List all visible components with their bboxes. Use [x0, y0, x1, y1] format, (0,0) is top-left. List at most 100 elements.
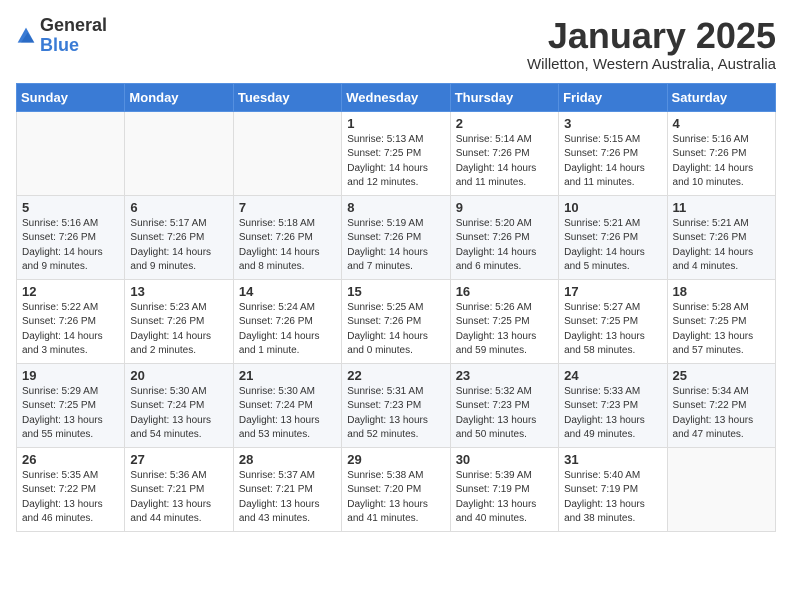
- day-cell: [233, 111, 341, 195]
- day-number: 31: [564, 452, 661, 467]
- day-cell: 19Sunrise: 5:29 AMSunset: 7:25 PMDayligh…: [17, 363, 125, 447]
- day-info: Sunrise: 5:19 AMSunset: 7:26 PMDaylight:…: [347, 217, 444, 275]
- logo-text: General Blue: [40, 16, 107, 56]
- day-number: 29: [347, 452, 444, 467]
- day-info: Sunrise: 5:31 AMSunset: 7:23 PMDaylight:…: [347, 385, 444, 443]
- day-cell: 20 Sunrise: 5:30 AMSunset: 7:24 PMDayligh…: [125, 363, 233, 447]
- day-number: 26: [22, 452, 119, 467]
- day-number: 17: [564, 284, 661, 299]
- day-cell: [667, 447, 775, 531]
- day-cell: 12 Sunrise: 5:22 AMSunset: 7:26 PMDayligh…: [17, 279, 125, 363]
- day-number: 25: [673, 368, 770, 383]
- day-number: 30: [456, 452, 553, 467]
- day-info: Sunrise: 5:36 AMSunset: 7:21 PMDaylight:…: [130, 469, 227, 527]
- day-number: 20: [130, 368, 227, 383]
- day-info: Sunrise: 5:25 AMSunset: 7:26 PMDaylight:…: [347, 301, 444, 359]
- day-info: Sunrise: 5:23 AMSunset: 7:26 PMDaylight:…: [130, 301, 227, 359]
- day-cell: 25 Sunrise: 5:34 AMSunset: 7:22 PMDayligh…: [667, 363, 775, 447]
- day-number: 4: [673, 116, 770, 131]
- day-number: 8: [347, 200, 444, 215]
- day-number: 13: [130, 284, 227, 299]
- day-cell: 31 Sunrise: 5:40 AMSunset: 7:19 PMDayligh…: [559, 447, 667, 531]
- day-cell: 5 Sunrise: 5:16 AMSunset: 7:26 PMDaylight…: [17, 195, 125, 279]
- day-number: 6: [130, 200, 227, 215]
- day-info: Sunrise: 5:21 AMSunset: 7:26 PMDaylight:…: [564, 217, 661, 275]
- day-number: 21: [239, 368, 336, 383]
- month-title: January 2025: [527, 16, 776, 56]
- day-cell: 15Sunrise: 5:25 AMSunset: 7:26 PMDayligh…: [342, 279, 450, 363]
- logo-icon: [16, 26, 36, 46]
- day-number: 18: [673, 284, 770, 299]
- day-info: Sunrise: 5:34 AMSunset: 7:22 PMDaylight:…: [673, 385, 770, 443]
- weekday-thursday: Thursday: [450, 83, 558, 111]
- day-cell: 24 Sunrise: 5:33 AMSunset: 7:23 PMDayligh…: [559, 363, 667, 447]
- weekday-header-row: SundayMondayTuesdayWednesdayThursdayFrid…: [17, 83, 776, 111]
- day-number: 22: [347, 368, 444, 383]
- day-cell: 18 Sunrise: 5:28 AMSunset: 7:25 PMDayligh…: [667, 279, 775, 363]
- day-info: Sunrise: 5:30 AMSunset: 7:24 PMDaylight:…: [130, 385, 227, 443]
- day-cell: 22 Sunrise: 5:31 AMSunset: 7:23 PMDayligh…: [342, 363, 450, 447]
- day-cell: 17 Sunrise: 5:27 AMSunset: 7:25 PMDayligh…: [559, 279, 667, 363]
- day-cell: 9Sunrise: 5:20 AMSunset: 7:26 PMDaylight…: [450, 195, 558, 279]
- calendar: SundayMondayTuesdayWednesdayThursdayFrid…: [16, 83, 776, 532]
- weekday-wednesday: Wednesday: [342, 83, 450, 111]
- day-info: Sunrise: 5:14 AMSunset: 7:26 PMDaylight:…: [456, 133, 553, 191]
- week-row-3: 12 Sunrise: 5:22 AMSunset: 7:26 PMDayligh…: [17, 279, 776, 363]
- day-info: Sunrise: 5:16 AMSunset: 7:26 PMDaylight:…: [22, 217, 119, 275]
- day-number: 23: [456, 368, 553, 383]
- day-info: Sunrise: 5:16 AMSunset: 7:26 PMDaylight:…: [673, 133, 770, 191]
- day-info: Sunrise: 5:38 AMSunset: 7:20 PMDaylight:…: [347, 469, 444, 527]
- day-info: Sunrise: 5:26 AMSunset: 7:25 PMDaylight:…: [456, 301, 553, 359]
- day-info: Sunrise: 5:32 AMSunset: 7:23 PMDaylight:…: [456, 385, 553, 443]
- day-info: Sunrise: 5:22 AMSunset: 7:26 PMDaylight:…: [22, 301, 119, 359]
- day-info: Sunrise: 5:37 AMSunset: 7:21 PMDaylight:…: [239, 469, 336, 527]
- day-number: 9: [456, 200, 553, 215]
- day-cell: 8 Sunrise: 5:19 AMSunset: 7:26 PMDaylight…: [342, 195, 450, 279]
- day-cell: 6 Sunrise: 5:17 AMSunset: 7:26 PMDaylight…: [125, 195, 233, 279]
- day-info: Sunrise: 5:17 AMSunset: 7:26 PMDaylight:…: [130, 217, 227, 275]
- day-cell: 21 Sunrise: 5:30 AMSunset: 7:24 PMDayligh…: [233, 363, 341, 447]
- day-info: Sunrise: 5:30 AMSunset: 7:24 PMDaylight:…: [239, 385, 336, 443]
- day-info: Sunrise: 5:15 AMSunset: 7:26 PMDaylight:…: [564, 133, 661, 191]
- logo: General Blue: [16, 16, 107, 56]
- day-number: 28: [239, 452, 336, 467]
- day-info: Sunrise: 5:33 AMSunset: 7:23 PMDaylight:…: [564, 385, 661, 443]
- day-cell: 23 Sunrise: 5:32 AMSunset: 7:23 PMDayligh…: [450, 363, 558, 447]
- day-cell: 30Sunrise: 5:39 AMSunset: 7:19 PMDayligh…: [450, 447, 558, 531]
- day-number: 1: [347, 116, 444, 131]
- day-cell: 1 Sunrise: 5:13 AMSunset: 7:25 PMDaylight…: [342, 111, 450, 195]
- location: Willetton, Western Australia, Australia: [527, 56, 776, 73]
- day-info: Sunrise: 5:27 AMSunset: 7:25 PMDaylight:…: [564, 301, 661, 359]
- day-number: 5: [22, 200, 119, 215]
- day-number: 24: [564, 368, 661, 383]
- day-info: Sunrise: 5:13 AMSunset: 7:25 PMDaylight:…: [347, 133, 444, 191]
- day-number: 12: [22, 284, 119, 299]
- day-info: Sunrise: 5:40 AMSunset: 7:19 PMDaylight:…: [564, 469, 661, 527]
- day-info: Sunrise: 5:28 AMSunset: 7:25 PMDaylight:…: [673, 301, 770, 359]
- day-number: 27: [130, 452, 227, 467]
- day-number: 3: [564, 116, 661, 131]
- day-number: 16: [456, 284, 553, 299]
- day-cell: 7 Sunrise: 5:18 AMSunset: 7:26 PMDaylight…: [233, 195, 341, 279]
- week-row-2: 5 Sunrise: 5:16 AMSunset: 7:26 PMDaylight…: [17, 195, 776, 279]
- day-info: Sunrise: 5:21 AMSunset: 7:26 PMDaylight:…: [673, 217, 770, 275]
- day-cell: 16 Sunrise: 5:26 AMSunset: 7:25 PMDayligh…: [450, 279, 558, 363]
- day-number: 7: [239, 200, 336, 215]
- week-row-5: 26Sunrise: 5:35 AMSunset: 7:22 PMDayligh…: [17, 447, 776, 531]
- week-row-1: 1 Sunrise: 5:13 AMSunset: 7:25 PMDaylight…: [17, 111, 776, 195]
- day-info: Sunrise: 5:18 AMSunset: 7:26 PMDaylight:…: [239, 217, 336, 275]
- day-cell: [17, 111, 125, 195]
- page-header: General Blue January 2025 Willetton, Wes…: [16, 16, 776, 73]
- weekday-tuesday: Tuesday: [233, 83, 341, 111]
- day-cell: 28 Sunrise: 5:37 AMSunset: 7:21 PMDayligh…: [233, 447, 341, 531]
- day-cell: 13 Sunrise: 5:23 AMSunset: 7:26 PMDayligh…: [125, 279, 233, 363]
- day-cell: 27 Sunrise: 5:36 AMSunset: 7:21 PMDayligh…: [125, 447, 233, 531]
- day-number: 11: [673, 200, 770, 215]
- weekday-saturday: Saturday: [667, 83, 775, 111]
- day-info: Sunrise: 5:24 AMSunset: 7:26 PMDaylight:…: [239, 301, 336, 359]
- day-cell: 2Sunrise: 5:14 AMSunset: 7:26 PMDaylight…: [450, 111, 558, 195]
- day-cell: 26Sunrise: 5:35 AMSunset: 7:22 PMDayligh…: [17, 447, 125, 531]
- day-cell: 29 Sunrise: 5:38 AMSunset: 7:20 PMDayligh…: [342, 447, 450, 531]
- title-block: January 2025 Willetton, Western Australi…: [527, 16, 776, 73]
- week-row-4: 19Sunrise: 5:29 AMSunset: 7:25 PMDayligh…: [17, 363, 776, 447]
